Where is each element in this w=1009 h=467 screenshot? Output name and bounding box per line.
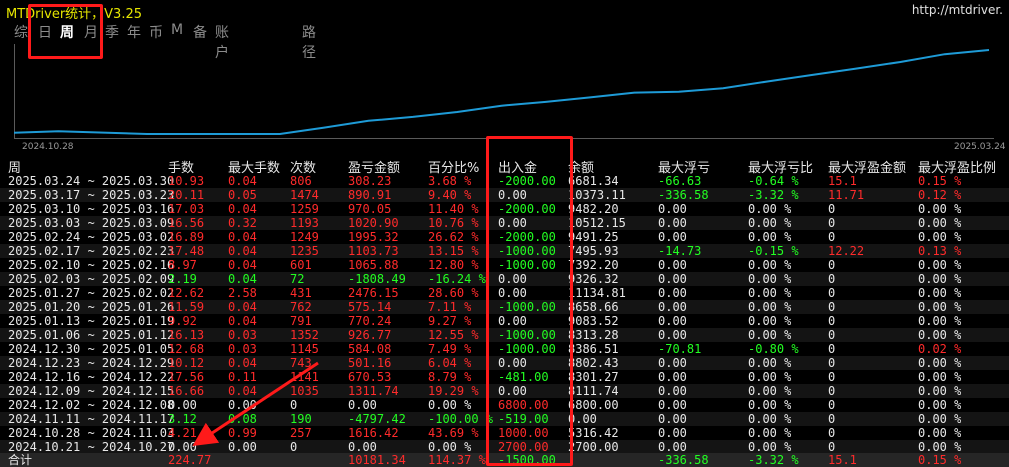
annotation-arrow (192, 361, 319, 446)
annotation-arrow-line (192, 361, 319, 446)
